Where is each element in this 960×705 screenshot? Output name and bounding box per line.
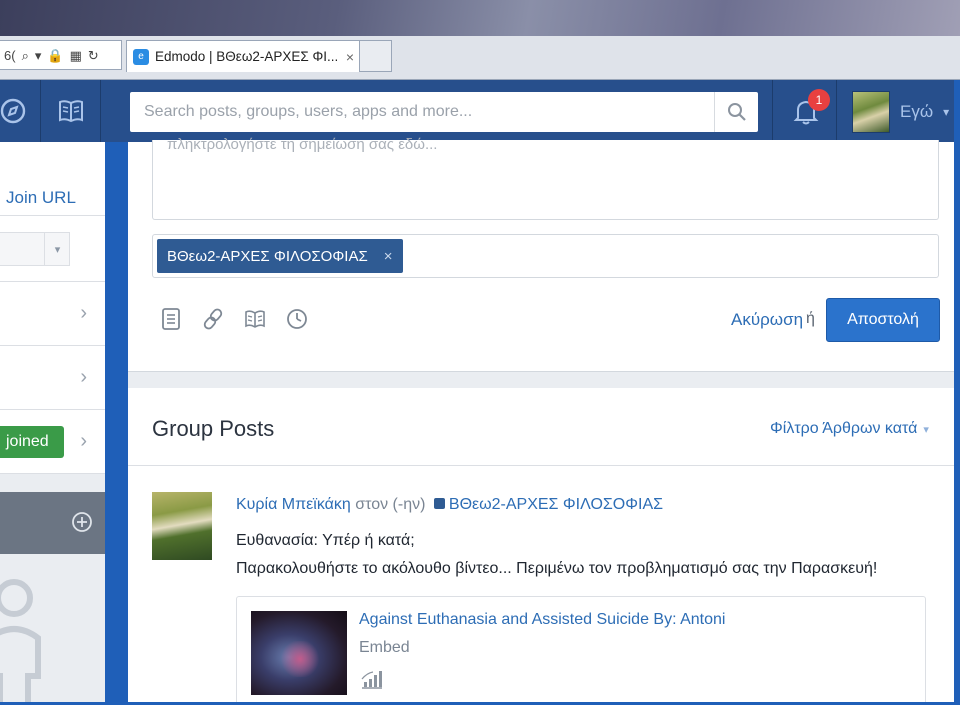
main-content: πληκτρολογήστε τη σημείωση σας εδώ... ΒΘ… (128, 136, 954, 705)
composer-toolbar (158, 306, 310, 332)
library-nav-button[interactable] (44, 80, 98, 142)
group-code-card: Join URL (0, 142, 105, 216)
post-connector: στον (-ην) (355, 496, 426, 513)
profile-name: Εγώ (900, 102, 934, 121)
post-composer: πληκτρολογήστε τη σημείωση σας εδώ... ΒΘ… (128, 136, 954, 372)
group-select-card: ▾ (0, 216, 105, 282)
global-search (130, 92, 758, 132)
left-sidebar: Join URL ▾ › › joined › (0, 142, 105, 705)
page-title: Group Posts (152, 416, 275, 441)
book-icon (59, 100, 83, 123)
empty-user-icon (0, 579, 41, 705)
file-icon (162, 308, 180, 330)
tab-title: Edmodo | ΒΘεω2-ΑΡΧΕΣ ΦΙ... (155, 49, 339, 64)
address-fragment: 6( (4, 47, 16, 63)
desktop-background (0, 0, 960, 38)
add-circle-icon[interactable] (70, 510, 94, 534)
post-author-link[interactable]: Κυρία Μπεϊκάκη (236, 496, 351, 513)
or-separator: ή (806, 310, 815, 327)
lock-icon[interactable]: 🔒 (47, 49, 63, 62)
group-select[interactable]: ▾ (0, 232, 70, 266)
recipient-chip: ΒΘεω2-ΑΡΧΕΣ ΦΙΛΟΣΟΦΙΑΣ × (157, 239, 403, 273)
send-button[interactable]: Αποστολή (826, 298, 940, 342)
recipient-chip-label: ΒΘεω2-ΑΡΧΕΣ ΦΙΛΟΣΟΦΙΑΣ (167, 247, 368, 265)
sidebar-row[interactable]: › (0, 282, 105, 346)
signal-bars-icon (361, 671, 382, 689)
posts-header: Group Posts Φίλτρο Άρθρων κατά ▾ (128, 388, 954, 466)
edmodo-favicon-icon: e (133, 48, 149, 65)
attach-library-button[interactable] (242, 306, 268, 332)
attach-file-button[interactable] (158, 306, 184, 332)
sidebar-section-header (0, 492, 105, 554)
search-button[interactable] (714, 92, 758, 132)
chevron-down-icon: ▾ (943, 105, 950, 119)
recipients-field[interactable]: ΒΘεω2-ΑΡΧΕΣ ΦΙΛΟΣΟΦΙΑΣ × (152, 234, 939, 278)
new-tab-button[interactable] (360, 40, 392, 72)
post-group-link[interactable]: ΒΘεω2-ΑΡΧΕΣ ΦΙΛΟΣΟΦΙΑΣ (449, 496, 663, 513)
post-text-line: Ευθανασία: Υπέρ ή κατά; (236, 532, 415, 549)
browser-tab-edmodo[interactable]: e Edmodo | ΒΘεω2-ΑΡΧΕΣ ΦΙ... × (126, 40, 360, 72)
cancel-button[interactable]: Ακύρωση (731, 310, 803, 330)
clock-icon (287, 309, 307, 329)
post-meta: Κυρία Μπεϊκάκη στον (-ην) ΒΘεω2-ΑΡΧΕΣ ΦΙ… (236, 496, 663, 514)
discover-nav-button[interactable] (0, 80, 40, 142)
schedule-post-button[interactable] (284, 306, 310, 332)
chevron-right-icon: › (80, 430, 87, 452)
filter-posts-dropdown[interactable]: Φίλτρο Άρθρων κατά ▾ (770, 420, 929, 438)
compat-icon[interactable]: ▦ (70, 49, 82, 62)
video-thumbnail[interactable] (251, 611, 347, 695)
avatar[interactable] (152, 492, 212, 560)
filter-label: Φίλτρο Άρθρων κατά (770, 420, 918, 437)
remove-recipient-icon[interactable]: × (384, 248, 393, 265)
browser-tab-strip: 6( ⌕ ▾ 🔒 ▦ ↻ e Edmodo | ΒΘεω2-ΑΡΧΕΣ ΦΙ..… (0, 36, 960, 80)
post-text-line: Παρακολουθήστε το ακόλουθο βίντεο... Περ… (236, 560, 878, 577)
group-posts-panel: Group Posts Φίλτρο Άρθρων κατά ▾ Κυρία Μπ… (128, 388, 954, 705)
note-placeholder: πληκτρολογήστε τη σημείωση σας εδώ... (167, 136, 438, 153)
chevron-right-icon: › (80, 366, 87, 388)
group-color-icon (433, 498, 445, 509)
sidebar-row-members[interactable]: joined › (0, 410, 105, 474)
tab-close-icon[interactable]: × (341, 49, 359, 65)
book-icon (245, 310, 265, 328)
embed-card[interactable]: Against Euthanasia and Assisted Suicide … (236, 596, 926, 705)
embed-title-link[interactable]: Against Euthanasia and Assisted Suicide … (359, 611, 725, 629)
embed-type-label: Embed (359, 639, 410, 656)
nav-separator (772, 80, 773, 142)
profile-menu[interactable]: Εγώ ▾ (852, 88, 949, 136)
joined-badge: joined (0, 426, 64, 458)
nav-separator (40, 80, 41, 142)
nav-separator (836, 80, 837, 142)
sidebar-row[interactable]: › (0, 346, 105, 410)
nav-separator (100, 80, 101, 142)
dropdown-icon[interactable]: ▾ (35, 49, 42, 62)
search-input[interactable] (130, 103, 714, 121)
refresh-icon[interactable]: ↻ (88, 49, 99, 62)
avatar (852, 91, 890, 133)
thumbnail-highlight (279, 641, 321, 677)
note-textarea[interactable]: πληκτρολογήστε τη σημείωση σας εδώ... (152, 136, 939, 220)
chevron-down-icon[interactable]: ▾ (44, 233, 70, 265)
notification-count-badge: 1 (808, 89, 830, 111)
search-icon[interactable]: ⌕ (22, 49, 29, 62)
address-bar-controls[interactable]: 6( ⌕ ▾ 🔒 ▦ ↻ (0, 40, 122, 70)
link-icon (203, 308, 223, 330)
screen-frame (954, 80, 960, 705)
search-icon (727, 103, 746, 121)
attach-link-button[interactable] (200, 306, 226, 332)
compass-icon (0, 98, 26, 124)
chevron-down-icon: ▾ (923, 424, 929, 436)
chevron-right-icon: › (80, 302, 87, 324)
join-url-link[interactable]: Join URL (6, 188, 76, 208)
